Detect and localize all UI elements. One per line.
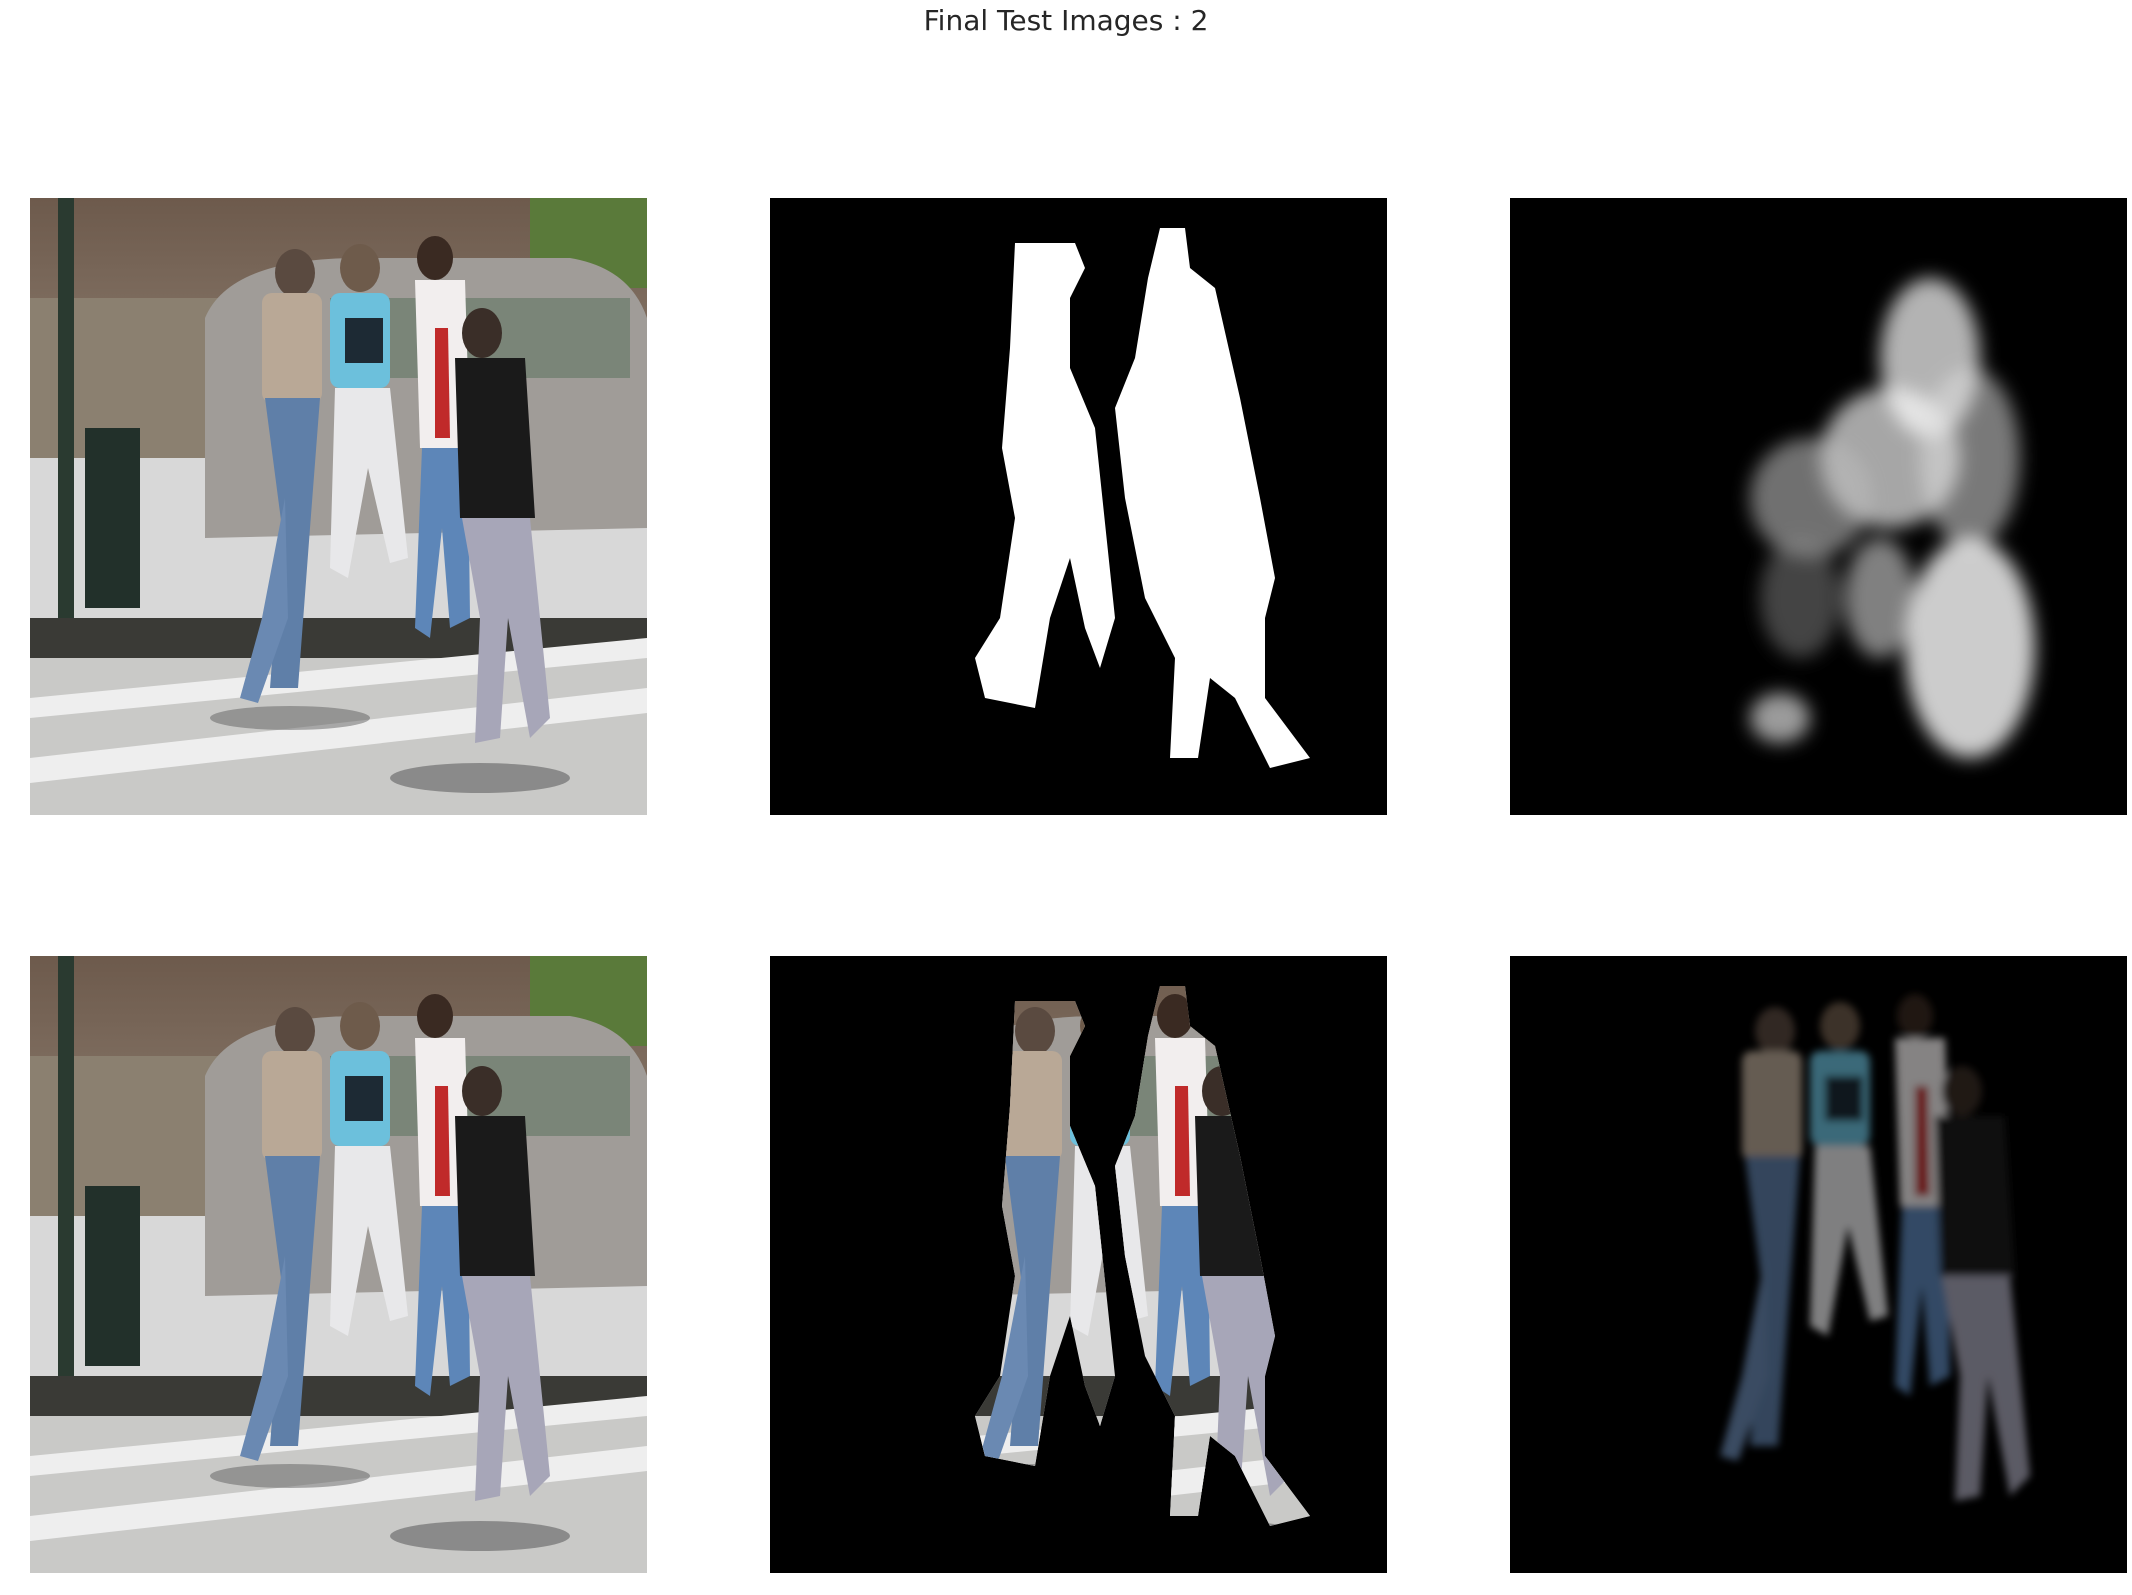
input-image-top <box>30 198 647 815</box>
ground-truth-mask <box>770 198 1387 815</box>
predicted-mask <box>1510 198 2127 815</box>
figure-title: Final Test Images : 2 <box>923 4 1209 37</box>
input-image-bottom <box>30 956 647 1573</box>
ground-truth-masked-image <box>770 956 1387 1573</box>
street-photo <box>30 198 647 815</box>
masked-photo <box>770 956 1387 1573</box>
blurred-mask <box>1510 198 2127 815</box>
street-photo <box>30 956 647 1573</box>
dim-masked-photo <box>1510 956 2127 1573</box>
figure: { "figure": { "title": "Final Test Image… <box>0 0 2132 1595</box>
silhouette-mask <box>770 198 1387 815</box>
predicted-masked-image <box>1510 956 2127 1573</box>
